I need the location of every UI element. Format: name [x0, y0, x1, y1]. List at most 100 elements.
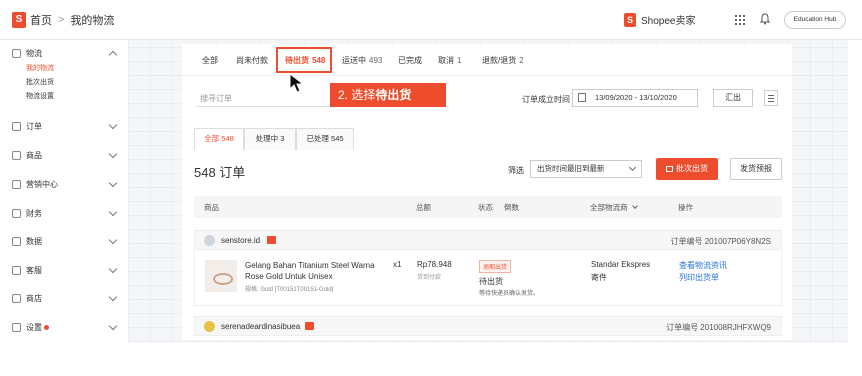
- sidebar-subitem-my-logistics[interactable]: 我的物流: [26, 63, 54, 73]
- box-icon: [666, 166, 673, 172]
- tab-count: 2: [519, 56, 524, 65]
- breadcrumb-current: 我的物流: [70, 14, 115, 27]
- tab-label: 已完成: [398, 56, 422, 65]
- tab-count: 1: [457, 56, 462, 65]
- apps-grid-icon[interactable]: [734, 14, 745, 25]
- column-action: 操作: [678, 203, 693, 212]
- sidebar-subitem-batch-ship[interactable]: 批次出货: [26, 77, 54, 87]
- tutorial-callout: 2. 选择待出货: [330, 83, 446, 107]
- chevron-down-icon: [108, 321, 118, 330]
- shop-name[interactable]: senstore.id: [221, 236, 260, 245]
- export-button[interactable]: 汇出: [713, 89, 753, 107]
- chevron-up-icon: [108, 50, 118, 59]
- shop-name[interactable]: serenadeardinasibuea: [221, 322, 300, 331]
- sidebar-item-label: 客服: [26, 265, 42, 275]
- callout-prefix: 2. 选择: [338, 88, 376, 102]
- status-badge: 逾期出货: [479, 260, 512, 273]
- subtab-processing[interactable]: 处理中 3: [244, 128, 296, 150]
- shipping-forecast-button[interactable]: 发货预报: [730, 158, 782, 180]
- carrier-method: 寄件: [591, 273, 607, 282]
- sidebar-item-finance[interactable]: 财务: [12, 206, 120, 220]
- tab-count: 493: [369, 56, 383, 65]
- column-carrier[interactable]: 全部物流商: [590, 202, 638, 213]
- payment-method: 货到付款: [417, 275, 442, 281]
- breadcrumb-separator: >: [58, 13, 65, 26]
- print-waybill-link[interactable]: 列印出货单: [679, 272, 719, 283]
- table-header: 商品 总额 状态 倒数 全部物流商 操作: [194, 196, 782, 218]
- sidebar: 物流 我的物流 批次出货 物流设置 订单 商品 营销中心 财务 数据 客服 商店: [0, 40, 128, 340]
- shop-icon: [12, 293, 21, 303]
- order-shop-row: serenadeardinasibuea 订单编号 201008RJHFXWQ9: [194, 316, 782, 336]
- order-status-tabs: 全部 尚未付款 待出货 548 运送中 493 已完成 取消 1 退款/退货 2: [182, 44, 792, 76]
- tab-shipping[interactable]: 运送中 493: [342, 55, 382, 66]
- product-quantity: x1: [393, 260, 402, 269]
- marketing-icon: [12, 179, 21, 189]
- sidebar-item-logistics[interactable]: 物流: [12, 46, 120, 60]
- order-number: 订单编号 201007P06Y8N2S: [670, 237, 772, 246]
- sidebar-item-customer-service[interactable]: 客服: [12, 263, 120, 277]
- sidebar-item-orders[interactable]: 订单: [12, 119, 120, 133]
- sidebar-settings-text: 设置: [26, 322, 42, 332]
- education-hub-button[interactable]: Education Hub: [784, 11, 846, 29]
- settings-icon: [12, 322, 21, 332]
- chat-icon[interactable]: [267, 236, 276, 244]
- sort-select[interactable]: 出货时间最旧到最新: [530, 160, 642, 178]
- sidebar-item-label: 商品: [26, 150, 42, 160]
- sidebar-item-label: 数据: [26, 236, 42, 246]
- sidebar-item-products[interactable]: 商品: [12, 148, 120, 162]
- avatar: [204, 235, 215, 246]
- seller-brand[interactable]: Shopee卖家: [624, 12, 695, 27]
- finance-icon: [12, 208, 21, 218]
- status-note: 等待快递员确认发货。: [479, 291, 540, 297]
- tab-all[interactable]: 全部: [202, 55, 218, 66]
- calendar-icon: [578, 93, 586, 102]
- seller-label: Shopee卖家: [641, 16, 696, 27]
- sidebar-item-settings[interactable]: 设置: [12, 320, 120, 334]
- column-carrier-label: 全部物流商: [590, 203, 628, 212]
- chevron-down-icon: [108, 235, 118, 244]
- service-icon: [12, 265, 21, 275]
- tab-cancelled[interactable]: 取消 1: [438, 55, 461, 66]
- order-icon: [12, 121, 21, 131]
- tab-refund[interactable]: 退款/退货 2: [482, 55, 524, 66]
- subtab-processed[interactable]: 已处理 545: [296, 128, 354, 150]
- seller-logo-icon: [624, 12, 636, 27]
- tab-unpaid[interactable]: 尚未付款: [236, 55, 268, 66]
- column-countdown: 倒数: [504, 203, 519, 212]
- sidebar-item-marketing[interactable]: 营销中心: [12, 177, 120, 191]
- tab-completed[interactable]: 已完成: [398, 55, 422, 66]
- sidebar-item-label: 设置: [26, 322, 110, 333]
- search-order-input[interactable]: 搜寻订单: [196, 89, 336, 107]
- data-icon: [12, 236, 21, 246]
- batch-ship-button[interactable]: 批次出货: [656, 158, 718, 180]
- sidebar-item-data[interactable]: 数据: [12, 234, 120, 248]
- sidebar-item-label: 营销中心: [26, 179, 58, 189]
- date-filter-label: 订单成立时间: [522, 95, 570, 104]
- sidebar-item-label: 物流: [26, 48, 42, 58]
- breadcrumb-home[interactable]: 首页: [30, 12, 52, 28]
- column-product: 商品: [204, 203, 219, 212]
- column-status: 状态: [478, 203, 493, 212]
- callout-bold: 待出货: [375, 88, 412, 102]
- filter-label: 筛选: [508, 166, 524, 175]
- product-name: Gelang Bahan Titanium Steel Warna Rose G…: [245, 261, 375, 281]
- menu-icon[interactable]: [764, 90, 778, 106]
- sidebar-subitem-logistics-settings[interactable]: 物流设置: [26, 91, 54, 101]
- chat-icon[interactable]: [305, 322, 314, 330]
- tab-label: 运送中: [342, 56, 366, 65]
- tab-label: 退款/退货: [482, 56, 517, 65]
- date-range-picker[interactable]: 13/09/2020 - 13/10/2020: [572, 89, 698, 107]
- product-thumbnail[interactable]: [205, 260, 237, 292]
- notification-bell-icon[interactable]: [760, 13, 770, 25]
- view-logistics-link[interactable]: 查看物流资讯: [679, 260, 727, 271]
- order-count-title: 548 订单: [194, 165, 246, 180]
- mouse-cursor-icon: [289, 72, 305, 93]
- order-shop-row: senstore.id 订单编号 201007P06Y8N2S: [194, 230, 782, 250]
- sidebar-item-shop[interactable]: 商店: [12, 291, 120, 305]
- table-row: Gelang Bahan Titanium Steel Warna Rose G…: [194, 250, 782, 306]
- sidebar-item-label: 订单: [26, 121, 42, 131]
- shopee-logo-icon[interactable]: [12, 11, 26, 28]
- batch-ship-label: 批次出货: [676, 164, 708, 173]
- product-icon: [12, 150, 21, 160]
- subtab-all[interactable]: 全部 548: [194, 128, 244, 150]
